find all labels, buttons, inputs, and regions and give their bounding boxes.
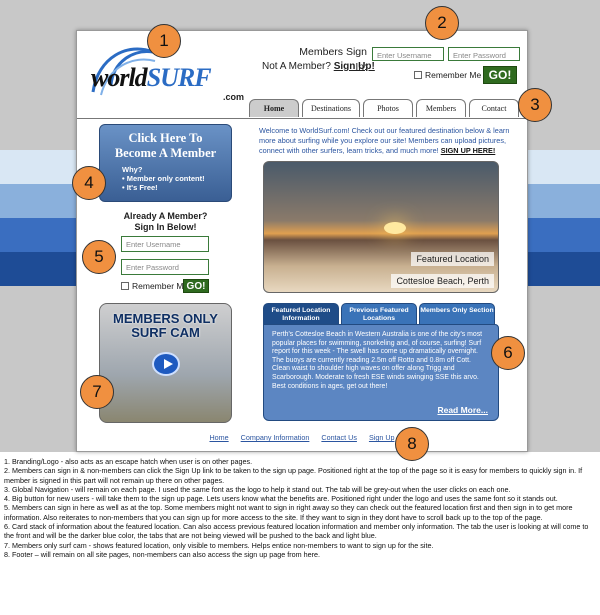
- welcome-text: Welcome to WorldSurf.com! Check out our …: [259, 126, 521, 156]
- marker-5: 5: [82, 240, 116, 274]
- side-signin-line1: Already A Member?: [123, 211, 208, 221]
- featured-caption: Featured Location: [411, 252, 494, 266]
- note: 5. Members can sign in here as well as a…: [4, 503, 573, 522]
- card-tabs: Featured Location Information Previous F…: [263, 303, 495, 325]
- header-go-button[interactable]: GO!: [483, 66, 517, 84]
- signup-here-link[interactable]: SIGN UP HERE!: [441, 146, 496, 155]
- nav-divider: [77, 118, 527, 119]
- marker-2: 2: [425, 6, 459, 40]
- signup-link[interactable]: Sign Up!: [334, 61, 375, 72]
- tab-previous-locations[interactable]: Previous Featured Locations: [341, 303, 417, 325]
- note: 4. Big button for new users - will take …: [4, 494, 558, 504]
- website-mockup: worldSURF .com Members Sign In: Not A Me…: [76, 30, 528, 452]
- not-member-row: Not A Member? Sign Up!: [262, 61, 375, 72]
- surfcam-title1: MEMBERS ONLY: [113, 311, 218, 326]
- note: 2. Members can sign in & non-members can…: [4, 466, 583, 485]
- note: 6. Card stack of information about the f…: [4, 522, 589, 541]
- checkbox[interactable]: [121, 282, 129, 290]
- featured-location-name: Cottesloe Beach, Perth: [391, 274, 494, 288]
- side-remember[interactable]: Remember Me: [121, 281, 188, 291]
- tab-home[interactable]: Home: [249, 99, 299, 117]
- play-icon[interactable]: [152, 352, 180, 376]
- marker-4: 4: [72, 166, 106, 200]
- side-signin-heading: Already A Member? Sign In Below!: [99, 211, 232, 233]
- cta-line2: Become A Member: [114, 146, 217, 160]
- note: 8. Footer – will remain on all site page…: [4, 549, 321, 559]
- annotation-notes: 1. Branding/Logo - also acts as an escap…: [4, 457, 598, 559]
- brand-world: world: [91, 63, 148, 92]
- footer-links: Home Company Information Contact Us Sign…: [77, 433, 527, 442]
- note: 3. Global Navigation - will remain on ea…: [4, 484, 511, 494]
- checkbox[interactable]: [414, 71, 422, 79]
- remember-label: Remember Me: [132, 281, 189, 291]
- tab-destinations[interactable]: Destinations: [302, 99, 360, 117]
- marker-7: 7: [80, 375, 114, 409]
- footer-link-home[interactable]: Home: [209, 433, 228, 442]
- note: 1. Branding/Logo - also acts as an escap…: [4, 457, 253, 466]
- sun-image: [384, 222, 406, 234]
- note: 7. Members only surf cam - shows feature…: [4, 540, 434, 550]
- global-nav: Home Destinations Photos Members Contact: [249, 99, 519, 119]
- card-text: Perth's Cottesloe Beach in Western Austr…: [272, 331, 483, 390]
- marker-8: 8: [395, 427, 429, 461]
- side-password-input[interactable]: Enter Password: [121, 259, 209, 275]
- surfcam-title2: SURF CAM: [131, 325, 200, 340]
- cta-benefit: • Member only content!: [122, 174, 205, 183]
- side-signin-line2: Sign In Below!: [134, 222, 197, 232]
- header-remember[interactable]: Remember Me: [414, 70, 481, 80]
- side-go-button[interactable]: GO!: [183, 279, 209, 293]
- header-username-input[interactable]: Enter Username: [372, 47, 444, 61]
- not-member-label: Not A Member?: [262, 61, 331, 72]
- brand-surf: SURF: [146, 63, 212, 92]
- cta-benefit: • It's Free!: [122, 183, 158, 192]
- tab-members-only[interactable]: Members Only Section: [419, 303, 495, 325]
- footer-link-company[interactable]: Company Information: [241, 433, 310, 442]
- marker-6: 6: [491, 336, 525, 370]
- featured-photo[interactable]: Featured Location Cottesloe Beach, Perth: [263, 161, 499, 293]
- become-member-button[interactable]: Click Here To Become A Member Why? • Memb…: [99, 124, 232, 202]
- footer-link-contact[interactable]: Contact Us: [321, 433, 357, 442]
- side-username-input[interactable]: Enter Username: [121, 236, 209, 252]
- brand-suffix: .com: [223, 92, 245, 102]
- surf-cam[interactable]: MEMBERS ONLY SURF CAM: [99, 303, 232, 423]
- header-password-input[interactable]: Enter Password: [448, 47, 520, 61]
- tab-members[interactable]: Members: [416, 99, 466, 117]
- featured-info-card: Perth's Cottesloe Beach in Western Austr…: [263, 324, 499, 421]
- tab-contact[interactable]: Contact: [469, 99, 519, 117]
- cta-why: Why?: [122, 165, 143, 174]
- tab-featured-info[interactable]: Featured Location Information: [263, 303, 339, 325]
- marker-3: 3: [518, 88, 552, 122]
- marker-1: 1: [147, 24, 181, 58]
- read-more-link[interactable]: Read More...: [437, 406, 488, 415]
- footer-link-signup[interactable]: Sign Up: [369, 433, 395, 442]
- cta-line1: Click Here To: [128, 131, 203, 145]
- tab-photos[interactable]: Photos: [363, 99, 413, 117]
- remember-label: Remember Me: [425, 70, 482, 80]
